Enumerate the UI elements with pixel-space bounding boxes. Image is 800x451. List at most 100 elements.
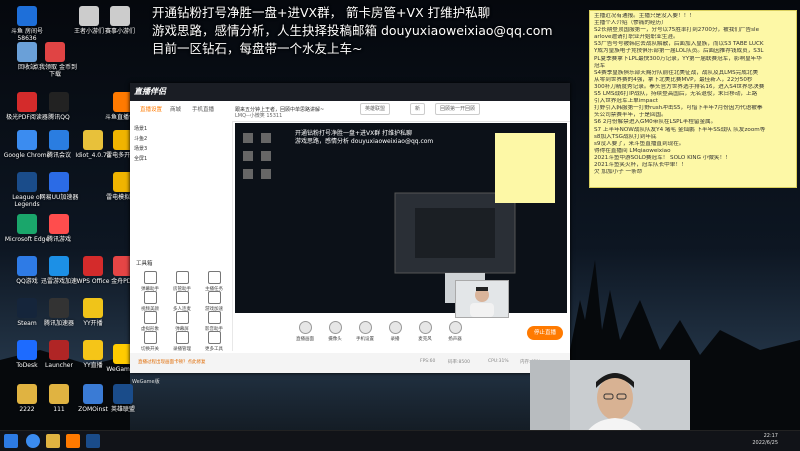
tencent-meeting-icon (49, 130, 69, 150)
control-icon (388, 321, 402, 334)
control-button[interactable]: 扬声器 (440, 321, 470, 342)
tool-item[interactable]: 游戏加速 (200, 291, 228, 312)
note-line: 主播近况有通报。主播只是没入要！！！ (594, 13, 695, 19)
scene-item[interactable]: 场景3 (134, 145, 147, 152)
tencent-games-icon (49, 214, 69, 234)
app-logo: 直播伴侣 (134, 87, 166, 96)
note-line: Y成为皇族电子竞技俱乐部第一届LOL队员。后面因推荐钱成员，S3L (594, 48, 764, 55)
desktop-icon[interactable]: 网易UU加速器 (34, 168, 84, 216)
stop-live-button[interactable]: 停止直播 (527, 326, 563, 340)
desktop-icon-label: 英雄联盟 (110, 406, 135, 413)
repair-hint[interactable]: 直播过程出现画面卡顿？点此修复 (138, 359, 206, 365)
tool-item[interactable]: 视频美颜 (136, 291, 164, 312)
note-line: PL夏季赛拿下LPL最快300万记录，YY第一届联赛冠军，影响皇年华 (594, 55, 762, 62)
control-button[interactable]: 摄像头 (320, 321, 350, 342)
desktop-icon-label: 腾讯QQ (48, 114, 70, 121)
desktop-icon[interactable]: YY开播 (68, 294, 118, 342)
room-title[interactable]: 跟来五分钟上王者，回顾中单思路讲解~ (235, 106, 324, 113)
tool-item[interactable]: 影音助手 (200, 311, 228, 332)
app-tab-bar: 直播设置 商城 手机直播 跟来五分钟上王者，回顾中单思路讲解~ LMQ--小微笑… (130, 101, 570, 122)
desktop-icon[interactable]: 赛事小游们 (95, 2, 145, 50)
note-line: S3广告号号被韩尼去战队解散，后面加入皇族，而以S3 TABE LUCK (594, 41, 764, 48)
douyu-logo-icon (17, 6, 37, 26)
desktop-icon-label: 网易UU加速器 (39, 194, 79, 201)
tool-icon (175, 271, 189, 284)
tool-icon (207, 271, 221, 284)
control-label: 录播 (390, 337, 400, 342)
desktop-icon-label: YY开播 (83, 320, 103, 327)
tool-icon (207, 291, 221, 304)
chrome-taskbar-icon[interactable] (26, 434, 40, 448)
tool-item[interactable]: 多人连麦 (168, 291, 196, 312)
small-webcam-inset (455, 280, 509, 318)
desktop-icon[interactable]: 点我领取 金币到 下载 (30, 38, 80, 86)
qq-icon (49, 92, 69, 112)
svg-text:游戏思路，感情分析 douyuxiaoweixiao@qq.: 游戏思路，感情分析 douyuxiaoweixiao@qq.com (295, 137, 433, 145)
tool-icon (175, 291, 189, 304)
tencent-accel-icon (49, 298, 69, 318)
tool-item[interactable]: 弹幕助手 (136, 271, 164, 292)
tool-icon (143, 311, 157, 324)
tool-item[interactable]: 切换开关 (136, 331, 164, 352)
control-label: 摄像头 (328, 337, 342, 342)
tool-item[interactable]: 主播任务 (200, 271, 228, 292)
stream-overlay-line-3: 目前一区钻石，每盘带一个水友上车~ (152, 41, 363, 56)
app-title-bar: 直播伴侣 (130, 83, 570, 101)
tool-label: 录播管理 (173, 347, 191, 352)
tab-shop[interactable]: 商城 (170, 105, 181, 113)
tab-mobile-live[interactable]: 手机直播 (192, 105, 214, 113)
tool-icon (143, 271, 157, 284)
control-label: 扬声器 (448, 337, 462, 342)
control-button[interactable]: 麦克风 (410, 321, 440, 342)
note-line: arlove邀请打职业开始职业生涯。 (594, 34, 679, 41)
douyu-taskbar-icon[interactable] (66, 434, 80, 448)
stream-preview[interactable]: 开通钻粉打号净胜一盘+进VX群 打维护私聊 游戏思路，感情分析 douyuxia… (235, 123, 567, 313)
control-icon (358, 321, 372, 334)
stream-overlay-line-2: 游戏思路，感情分析，人生抉择投稿邮箱 douyuxiaoweixiao@qq.c… (152, 23, 553, 38)
control-label: 直播画面 (296, 337, 314, 342)
scene-item[interactable]: 场景1 (134, 125, 147, 132)
tool-label: 切换开关 (141, 347, 159, 352)
tool-icon (143, 331, 157, 344)
tool-item[interactable]: 录播管理 (168, 331, 196, 352)
tool-item[interactable]: 虚拟形象 (136, 311, 164, 332)
note-line: 得得在直播间 LMqiaoweixiao (594, 147, 671, 154)
uu-icon (49, 172, 69, 192)
tool-label: 更多工具 (205, 347, 223, 352)
scene-item[interactable]: 斗鱼2 (134, 135, 147, 142)
scene-item[interactable]: 全屏1 (134, 155, 147, 162)
control-icon (448, 321, 462, 334)
notice-pill[interactable]: 回顾第一开回顾 (435, 103, 481, 115)
explorer-taskbar-icon[interactable] (46, 434, 60, 448)
lol-taskbar-icon[interactable] (86, 434, 100, 448)
control-button[interactable]: 手机设置 (350, 321, 380, 342)
preview-graphic: 开通钻粉打号净胜一盘+进VX群 打维护私聊 游戏思路，感情分析 douyuxia… (235, 123, 567, 313)
document-icon (110, 6, 130, 26)
launcher-icon (49, 340, 69, 360)
control-button[interactable]: 录播 (380, 321, 410, 342)
note-line: S2长期登顶国服第一，分号以75胜率打到2700分，被我们广告sle (594, 27, 760, 34)
streaming-app-window[interactable]: 直播伴侣 直播设置 商城 手机直播 跟来五分钟上王者，回顾中单思路讲解~ LMQ… (130, 83, 570, 373)
clock-date: 2022/6/25 (752, 440, 778, 446)
note-line: 2021斗鱼中游SOLO赛冠军！ SOLO KING 小微笑！！ (594, 154, 731, 161)
category-pill[interactable]: 英雄联盟 (360, 103, 391, 115)
gift-icon (45, 42, 65, 62)
desktop-caption: WeGame版 (132, 379, 160, 385)
desktop-icon[interactable]: 腾讯游戏 (34, 210, 84, 258)
tab-live-settings[interactable]: 直播设置 (140, 105, 162, 113)
tool-item[interactable]: 更多工具 (200, 331, 228, 352)
note-line: 300补刀精度秀记录。拳头官方世界选手排名16，进入S4世界总决赛 (594, 83, 765, 90)
note-line: s9没人要了，来斗鱼直播直到现在。 (594, 140, 685, 147)
start-button[interactable] (4, 434, 18, 448)
control-button[interactable]: 直播画面 (290, 321, 320, 342)
desktop-icon-label: 赛事小游们 (104, 28, 135, 35)
cpu-readout: CPU:31% (488, 359, 509, 364)
status-bar: 直播过程出现画面卡顿？点此修复 FPS:60 码率:8500 CPU:31% 内… (130, 353, 570, 373)
hosting-pill[interactable]: 新 (410, 103, 426, 115)
tool-item[interactable]: 弹幕屏 (168, 311, 196, 332)
desktop-icon-label: 点我领取 金币到 下载 (33, 64, 77, 78)
control-icon (328, 321, 342, 334)
note-line: 从零到世界赛的4强，拿下北美比赛MVP，最佳新人，22分50秒 (594, 76, 753, 83)
tool-item[interactable]: 房管助手 (168, 271, 196, 292)
system-clock[interactable]: 22:17 2022/6/25 (752, 433, 778, 447)
